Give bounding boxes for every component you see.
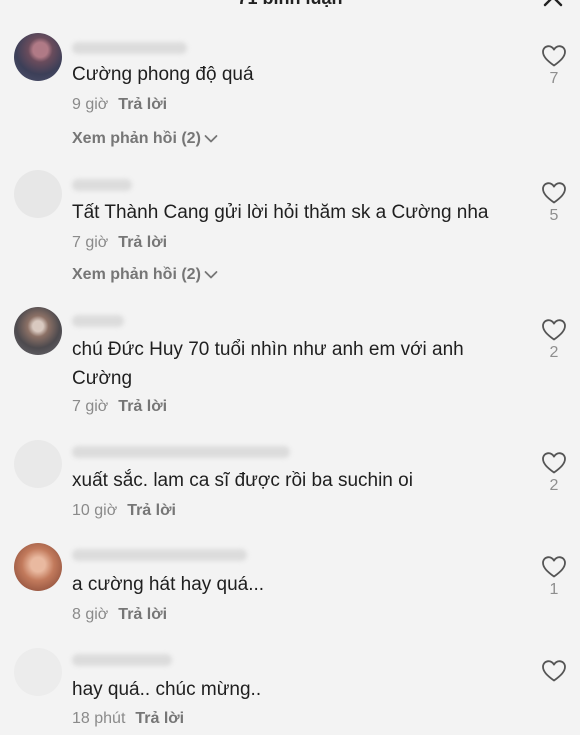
username-blurred[interactable] — [72, 42, 187, 54]
comment-meta: 18 phút Trả lời — [72, 710, 184, 728]
comment-time: 7 giờ — [72, 234, 109, 251]
like-count: 7 — [549, 70, 559, 87]
reply-button[interactable]: Trả lời — [135, 710, 184, 727]
chevron-down-icon — [204, 270, 218, 279]
comment-time: 8 giờ — [72, 606, 109, 623]
heart-icon — [542, 452, 566, 474]
like-button[interactable]: 7 — [538, 44, 570, 88]
heart-icon — [542, 556, 566, 578]
reply-button[interactable]: Trả lời — [118, 234, 167, 251]
comment-text: Cường phong độ quá — [72, 64, 254, 85]
comments-count-title: 71 bình luận — [0, 0, 580, 9]
view-replies-button[interactable]: Xem phản hồi (2) — [72, 130, 218, 148]
heart-icon — [542, 660, 566, 682]
like-button[interactable]: 2 — [538, 451, 570, 495]
comment-meta: 7 giờ Trả lời — [72, 398, 167, 416]
heart-icon — [542, 45, 566, 67]
view-replies-button[interactable]: Xem phản hồi (2) — [72, 266, 218, 284]
reply-button[interactable]: Trả lời — [127, 502, 176, 519]
comment-meta: 8 giờ Trả lời — [72, 606, 167, 624]
avatar[interactable] — [14, 307, 62, 355]
comment-time: 18 phút — [72, 710, 126, 727]
username-blurred[interactable] — [72, 179, 132, 191]
chevron-down-icon — [204, 134, 218, 143]
like-button[interactable] — [538, 659, 570, 683]
comment-text: hay quá.. chúc mừng.. — [72, 679, 262, 700]
comment-meta: 9 giờ Trả lời — [72, 96, 167, 114]
heart-icon — [542, 319, 566, 341]
reply-button[interactable]: Trả lời — [118, 606, 167, 623]
avatar[interactable] — [14, 543, 62, 591]
comments-header: 71 bình luận — [0, 0, 580, 16]
username-blurred[interactable] — [72, 654, 172, 666]
comment-meta: 10 giờ Trả lời — [72, 502, 176, 520]
reply-button[interactable]: Trả lời — [118, 96, 167, 113]
close-icon[interactable] — [542, 0, 564, 8]
avatar[interactable] — [14, 440, 62, 488]
comment-text: a cường hát hay quá... — [72, 574, 265, 595]
comment-time: 9 giờ — [72, 96, 109, 113]
like-count: 2 — [549, 344, 559, 361]
comment-time: 10 giờ — [72, 502, 118, 519]
view-replies-label: Xem phản hồi (2) — [72, 266, 201, 283]
comment-text: chú Đức Huy 70 tuổi nhìn như anh em với … — [72, 339, 464, 389]
like-count: 2 — [549, 477, 559, 494]
view-replies-label: Xem phản hồi (2) — [72, 130, 201, 147]
heart-icon — [542, 182, 566, 204]
username-blurred[interactable] — [72, 315, 124, 327]
avatar[interactable] — [14, 648, 62, 696]
comment-text: Tất Thành Cang gửi lời hỏi thăm sk a Cườ… — [72, 202, 489, 223]
like-count: 1 — [549, 581, 559, 598]
like-button[interactable]: 5 — [538, 181, 570, 225]
comment-time: 7 giờ — [72, 398, 109, 415]
like-button[interactable]: 2 — [538, 318, 570, 362]
avatar[interactable] — [14, 170, 62, 218]
reply-button[interactable]: Trả lời — [118, 398, 167, 415]
like-count: 5 — [549, 207, 559, 224]
comment-meta: 7 giờ Trả lời — [72, 234, 167, 252]
username-blurred[interactable] — [72, 446, 290, 458]
avatar[interactable] — [14, 33, 62, 81]
username-blurred[interactable] — [72, 549, 247, 561]
comment-text: xuất sắc. lam ca sĩ được rồi ba suchin o… — [72, 470, 413, 491]
like-button[interactable]: 1 — [538, 555, 570, 599]
